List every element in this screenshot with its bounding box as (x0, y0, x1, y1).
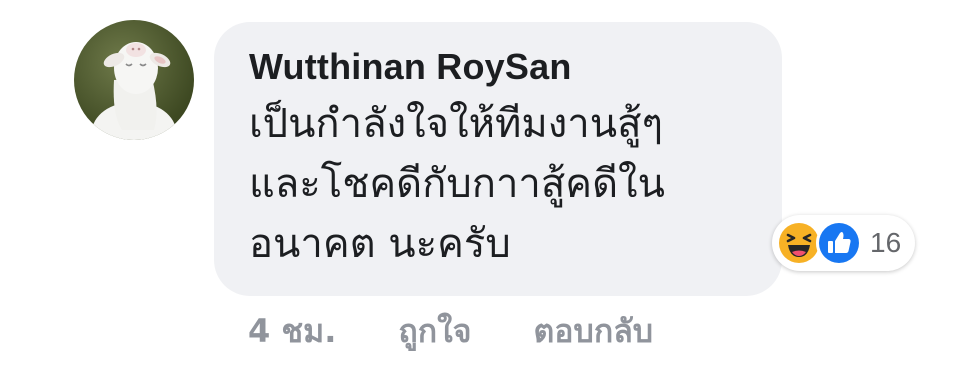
avatar[interactable] (74, 20, 194, 140)
comment-timestamp[interactable]: 4 ชม. (248, 306, 336, 357)
reaction-count: 16 (870, 227, 902, 258)
comment-bubble: Wutthinan RoySan เป็นกำลังใจให้ทีมงานสู้… (214, 22, 782, 296)
comment-author[interactable]: Wutthinan RoySan (249, 44, 754, 90)
comment-text: เป็นกำลังใจให้ทีมงานสู้ๆ และโชคดีกับกาาส… (249, 101, 665, 267)
goat-avatar-icon (92, 42, 176, 140)
like-button[interactable]: ถูกใจ (398, 306, 471, 357)
comment-actions: 4 ชม. ถูกใจ ตอบกลับ (248, 306, 653, 357)
reactions-summary[interactable]: 16 (772, 215, 916, 271)
reply-button[interactable]: ตอบกลับ (534, 306, 654, 357)
like-thumb-icon (816, 220, 862, 266)
